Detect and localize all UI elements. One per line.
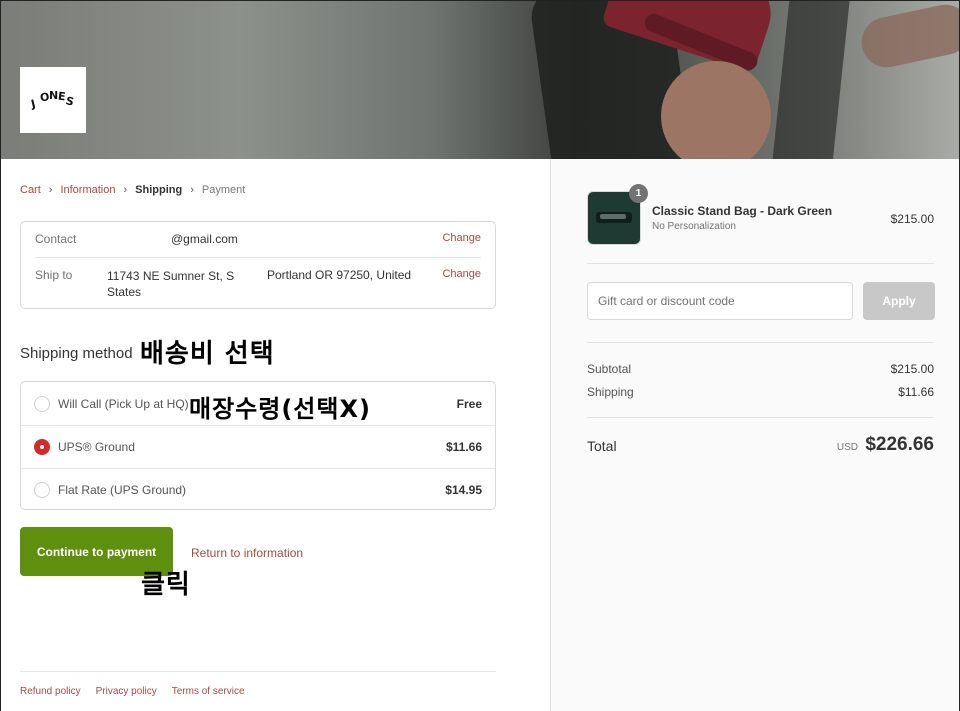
chevron-right-icon: › [48, 184, 53, 196]
annotation-click: 클릭 [141, 570, 191, 600]
review-summary-box: Contact @gmail.com Change Ship to 11743 … [20, 221, 496, 309]
ship-to-row: Ship to 11743 NE Sumner St, S States Port… [35, 268, 481, 304]
shipping-option-price: Free [456, 396, 482, 411]
annotation-store-pickup: 매장수령(선택X) [189, 395, 371, 423]
product-variant: No Personalization [652, 221, 736, 232]
footer-divider [20, 671, 496, 672]
footer-links: Refund policy Privacy policy Terms of se… [20, 686, 260, 697]
contact-value: @gmail.com [171, 232, 238, 246]
radio-button[interactable] [34, 482, 50, 498]
annotation-select-shipping: 배송비 선택 [140, 339, 275, 369]
contact-row: Contact @gmail.com Change [35, 232, 481, 256]
divider [587, 417, 934, 418]
currency-code: USD [836, 442, 858, 453]
total-row: Total USD $226.66 [587, 434, 934, 462]
subtotal-label: Subtotal [587, 362, 632, 376]
subtotal-row: Subtotal $215.00 [587, 362, 934, 376]
breadcrumb-cart[interactable]: Cart [20, 184, 41, 196]
total-label: Total [587, 438, 617, 454]
refund-policy-link[interactable]: Refund policy [20, 686, 81, 697]
breadcrumb: Cart › Information › Shipping › Payment [20, 184, 245, 196]
store-logo[interactable]: J O N E S [20, 67, 86, 133]
product-price: $215.00 [890, 212, 934, 226]
svg-text:S: S [64, 94, 75, 109]
ship-to-label: Ship to [35, 268, 73, 282]
shipping-value: $11.66 [898, 385, 934, 399]
chevron-right-icon: › [123, 184, 128, 196]
apply-discount-button[interactable]: Apply [863, 282, 935, 320]
privacy-policy-link[interactable]: Privacy policy [96, 686, 157, 697]
jones-logo-icon: J O N E S [29, 89, 75, 111]
ship-to-address-line2: Portland OR 97250, United [267, 268, 412, 282]
shipping-option-ups-ground[interactable]: UPS® Ground $11.66 [21, 425, 495, 468]
change-ship-to-link[interactable]: Change [442, 268, 481, 280]
quantity-badge: 1 [629, 184, 648, 203]
subtotal-value: $215.00 [890, 362, 934, 376]
discount-code-input[interactable] [587, 282, 853, 320]
product-name: Classic Stand Bag - Dark Green [652, 204, 833, 218]
ship-to-address-line1: 11743 NE Sumner St, S States [107, 269, 235, 299]
hero-banner-image: J O N E S [1, 1, 959, 159]
divider [35, 257, 481, 258]
shipping-option-name: Flat Rate (UPS Ground) [58, 483, 187, 497]
shipping-option-name: Will Call (Pick Up at HQ) [58, 396, 189, 411]
divider [587, 263, 934, 264]
shipping-method-title: Shipping method [20, 345, 133, 362]
contact-label: Contact [35, 232, 77, 246]
breadcrumb-information[interactable]: Information [60, 184, 115, 196]
shipping-option-price: $14.95 [445, 483, 482, 497]
shipping-option-name: UPS® Ground [58, 440, 135, 454]
shipping-label: Shipping [587, 385, 634, 399]
order-summary-sidebar: 1 Classic Stand Bag - Dark Green No Pers… [550, 159, 959, 711]
chevron-right-icon: › [190, 184, 194, 196]
divider [587, 342, 934, 343]
shipping-option-price: $11.66 [445, 440, 482, 454]
shipping-cost-row: Shipping $11.66 [587, 385, 934, 399]
svg-text:J: J [29, 97, 37, 111]
return-to-information-link[interactable]: Return to information [191, 546, 303, 560]
shipping-option-flat-rate[interactable]: Flat Rate (UPS Ground) $14.95 [21, 468, 495, 509]
change-contact-link[interactable]: Change [442, 232, 481, 244]
product-thumbnail: 1 [587, 184, 648, 245]
total-value: $226.66 [865, 434, 934, 455]
terms-of-service-link[interactable]: Terms of service [172, 686, 245, 697]
checkout-main: Cart › Information › Shipping › Payment … [1, 159, 550, 711]
radio-button-selected[interactable] [34, 439, 50, 455]
radio-button[interactable] [34, 395, 50, 412]
breadcrumb-shipping: Shipping [135, 184, 183, 196]
breadcrumb-payment: Payment [201, 184, 246, 196]
